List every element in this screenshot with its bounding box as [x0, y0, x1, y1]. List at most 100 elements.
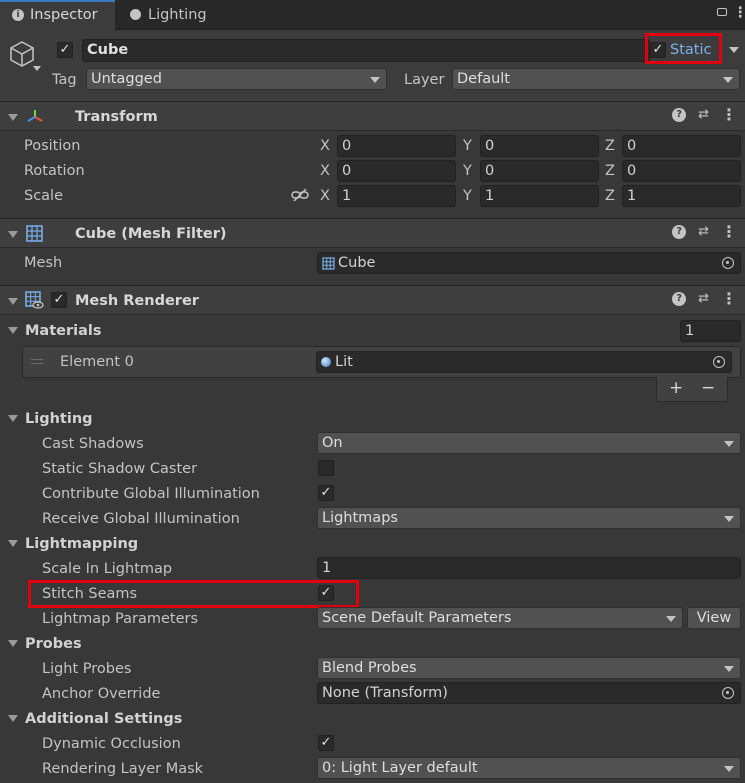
link-scale-icon[interactable]: [291, 188, 309, 202]
dynamic-occlusion-checkbox[interactable]: ✓: [318, 735, 334, 751]
rotation-z-axis[interactable]: Z: [605, 161, 615, 181]
static-dropdown-icon[interactable]: [729, 47, 739, 53]
element-0-field[interactable]: Lit: [316, 351, 732, 373]
lighting-section-label[interactable]: Lighting: [25, 409, 93, 429]
mesh-renderer-icon: [25, 291, 44, 309]
scale-y-field[interactable]: 1: [480, 185, 599, 207]
scale-x-axis[interactable]: X: [320, 186, 330, 206]
presets-icon[interactable]: ⇄: [698, 292, 709, 306]
mesh-object-field[interactable]: Cube: [317, 252, 741, 274]
position-z-field[interactable]: 0: [622, 135, 741, 157]
layer-dropdown[interactable]: Default: [452, 68, 740, 90]
probes-foldout-icon[interactable]: [8, 640, 18, 647]
cast-shadows-label: Cast Shadows: [42, 436, 144, 452]
chevron-down-icon: [724, 516, 734, 522]
transform-title: Transform: [75, 109, 158, 125]
rendering-layer-mask-dropdown[interactable]: 0: Light Layer default: [317, 757, 741, 779]
mesh-renderer-header[interactable]: ✓ Mesh Renderer ? ⇄ ⋮: [0, 285, 745, 315]
tag-value: Untagged: [91, 71, 162, 87]
stitch-seams-highlight: [28, 580, 359, 608]
rotation-x-field[interactable]: 0: [337, 160, 456, 182]
position-x-field[interactable]: 0: [337, 135, 456, 157]
cast-shadows-dropdown[interactable]: On: [317, 432, 741, 454]
mesh-value: Cube: [338, 255, 376, 271]
position-y-axis[interactable]: Y: [463, 136, 472, 156]
additional-settings-foldout-icon[interactable]: [8, 715, 18, 722]
materials-foldout-icon[interactable]: [8, 327, 18, 334]
object-name-field[interactable]: Cube: [82, 39, 650, 62]
position-z-axis[interactable]: Z: [605, 136, 615, 156]
mesh-label: Mesh: [24, 255, 63, 271]
kebab-menu-icon[interactable]: ⋮: [721, 107, 737, 123]
chevron-down-icon: [723, 77, 733, 83]
foldout-arrow-icon[interactable]: [8, 231, 18, 238]
object-picker-icon[interactable]: [722, 257, 734, 269]
tab-menu-icon[interactable]: ⋮: [733, 3, 745, 23]
cast-shadows-value: On: [322, 435, 343, 451]
active-toggle[interactable]: ✓: [57, 42, 73, 58]
lightmapping-foldout-icon[interactable]: [8, 540, 18, 547]
object-picker-icon[interactable]: [713, 356, 725, 368]
anchor-override-field[interactable]: None (Transform): [317, 682, 741, 704]
view-button[interactable]: View: [687, 607, 741, 629]
probes-section-label[interactable]: Probes: [25, 634, 82, 654]
tag-dropdown[interactable]: Untagged: [86, 68, 387, 90]
scale-y-axis[interactable]: Y: [463, 186, 472, 206]
rotation-z-field[interactable]: 0: [622, 160, 741, 182]
material-sphere-icon: [321, 357, 331, 367]
contribute-gi-checkbox[interactable]: ✓: [318, 485, 334, 501]
help-icon[interactable]: ?: [672, 292, 687, 306]
transform-header[interactable]: Transform ? ⇄ ⋮: [0, 101, 745, 131]
materials-label[interactable]: Materials: [25, 321, 102, 341]
rotation-y-field[interactable]: 0: [480, 160, 599, 182]
lightmapping-section-label[interactable]: Lightmapping: [25, 534, 138, 554]
scale-label: Scale: [24, 188, 64, 204]
lighting-bulb-icon: [130, 9, 141, 20]
help-icon[interactable]: ?: [672, 108, 687, 122]
object-picker-icon[interactable]: [722, 687, 734, 699]
lighting-foldout-icon[interactable]: [8, 415, 18, 422]
dynamic-occlusion-label: Dynamic Occlusion: [42, 736, 181, 752]
kebab-menu-icon[interactable]: ⋮: [721, 291, 737, 307]
receive-gi-dropdown[interactable]: Lightmaps: [317, 507, 741, 529]
view-button-label: View: [696, 610, 732, 626]
rotation-y-axis[interactable]: Y: [463, 161, 472, 181]
kebab-menu-icon[interactable]: ⋮: [721, 224, 737, 240]
receive-gi-value: Lightmaps: [322, 510, 398, 526]
rotation-x-axis[interactable]: X: [320, 161, 330, 181]
lock-icon[interactable]: [717, 8, 727, 16]
scale-in-lightmap-field[interactable]: 1: [317, 557, 741, 579]
drag-handle-icon[interactable]: [31, 359, 43, 364]
contribute-gi-label: Contribute Global Illumination: [42, 486, 260, 502]
lightmap-parameters-label: Lightmap Parameters: [42, 611, 199, 627]
scale-in-lightmap-label: Scale In Lightmap: [42, 561, 173, 577]
light-probes-dropdown[interactable]: Blend Probes: [317, 657, 741, 679]
remove-element-button[interactable]: −: [701, 378, 715, 398]
position-y-field[interactable]: 0: [480, 135, 599, 157]
scale-x-field[interactable]: 1: [337, 185, 456, 207]
mesh-renderer-enabled-toggle[interactable]: ✓: [51, 292, 67, 308]
tab-lighting[interactable]: Lighting: [116, 0, 226, 30]
scale-z-axis[interactable]: Z: [605, 186, 615, 206]
rendering-layer-mask-label: Rendering Layer Mask: [42, 761, 204, 777]
presets-icon[interactable]: ⇄: [698, 225, 709, 239]
tab-inspector-label: Inspector: [30, 7, 98, 23]
lightmap-parameters-dropdown[interactable]: Scene Default Parameters: [317, 607, 683, 629]
foldout-arrow-icon[interactable]: [8, 298, 18, 305]
icon-dropdown-arrow-icon[interactable]: [33, 66, 41, 71]
transform-header-icons: ? ⇄ ⋮: [672, 107, 737, 123]
static-highlight: [645, 33, 722, 64]
presets-icon[interactable]: ⇄: [698, 108, 709, 122]
mesh-filter-header-icons: ? ⇄ ⋮: [672, 224, 737, 240]
position-x-axis[interactable]: X: [320, 136, 330, 156]
static-shadow-caster-checkbox[interactable]: [318, 460, 334, 476]
foldout-arrow-icon[interactable]: [8, 114, 18, 121]
help-icon[interactable]: ?: [672, 225, 687, 239]
additional-settings-section-label[interactable]: Additional Settings: [25, 709, 182, 729]
lightmap-parameters-value: Scene Default Parameters: [322, 610, 512, 626]
mesh-filter-header[interactable]: Cube (Mesh Filter) ? ⇄ ⋮: [0, 218, 745, 248]
materials-count-field[interactable]: 1: [680, 320, 741, 342]
tab-inspector[interactable]: i Inspector: [0, 0, 115, 30]
scale-z-field[interactable]: 1: [622, 185, 741, 207]
add-element-button[interactable]: +: [669, 378, 683, 398]
